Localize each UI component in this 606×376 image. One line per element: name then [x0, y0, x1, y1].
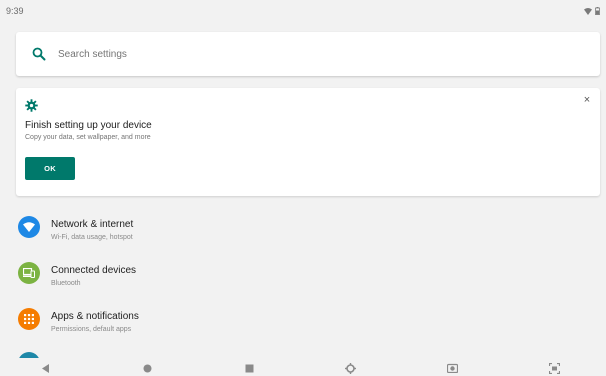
settings-item-subtitle: Bluetooth: [51, 280, 81, 287]
gear-icon: [25, 99, 38, 112]
settings-list: Network & internet Wi-Fi, data usage, ho…: [0, 208, 606, 346]
close-icon[interactable]: ×: [580, 93, 594, 107]
settings-item-title: Apps & notifications: [51, 311, 139, 322]
search-icon: [32, 47, 46, 61]
settings-item-apps[interactable]: Apps & notifications Permissions, defaul…: [0, 300, 606, 346]
wifi-signal-icon: [584, 7, 592, 15]
settings-shortcut-icon[interactable]: [344, 362, 356, 374]
suggestion-title: Finish setting up your device: [25, 120, 152, 131]
apps-icon: [18, 308, 40, 330]
home-icon[interactable]: [141, 362, 153, 374]
settings-item-subtitle: Permissions, default apps: [51, 326, 132, 333]
suggestion-card: × Finish setting up your device Copy you…: [16, 88, 600, 196]
search-placeholder: Search settings: [58, 48, 127, 60]
wifi-icon: [18, 216, 40, 238]
battery-icon: [595, 7, 600, 15]
settings-item-title: Connected devices: [51, 265, 137, 276]
settings-item-connected-devices[interactable]: Connected devices Bluetooth: [0, 254, 606, 300]
settings-item-subtitle: Wi-Fi, data usage, hotspot: [51, 234, 133, 241]
devices-icon: [18, 262, 40, 284]
recents-icon[interactable]: [243, 362, 255, 374]
camera-icon[interactable]: [446, 362, 458, 374]
search-bar[interactable]: Search settings: [16, 32, 600, 76]
status-bar: 9:39: [0, 0, 606, 22]
screenshot-icon[interactable]: [548, 362, 560, 374]
settings-item-title: Network & internet: [51, 219, 134, 230]
back-icon[interactable]: [40, 362, 52, 374]
settings-item-network[interactable]: Network & internet Wi-Fi, data usage, ho…: [0, 208, 606, 254]
status-icons: [584, 7, 600, 15]
suggestion-subtitle: Copy your data, set wallpaper, and more: [25, 134, 151, 141]
ok-button[interactable]: OK: [25, 157, 75, 180]
settings-screen: 9:39 Search settings × Finish setting up…: [0, 0, 606, 376]
status-time: 9:39: [6, 6, 24, 16]
navigation-bar: [0, 358, 606, 376]
